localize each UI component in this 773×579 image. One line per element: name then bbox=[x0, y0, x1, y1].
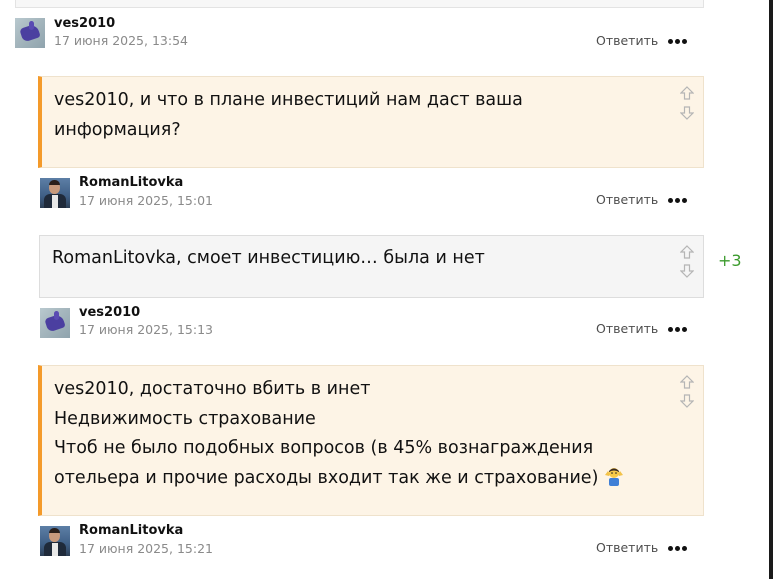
ellipsis-dot bbox=[675, 327, 680, 332]
vote-down-button[interactable] bbox=[680, 264, 694, 278]
ellipsis-icon bbox=[668, 546, 673, 551]
more-options-button[interactable] bbox=[668, 196, 690, 206]
arrow-down-outline-icon bbox=[680, 106, 694, 120]
avatar[interactable] bbox=[15, 18, 45, 48]
previous-comment-bubble bbox=[15, 0, 704, 8]
comment-text-line: отельера и прочие расходы входит так же … bbox=[54, 464, 653, 494]
author-name[interactable]: ves2010 bbox=[54, 16, 115, 31]
reply-button[interactable]: Ответить bbox=[596, 540, 658, 555]
arrow-down-outline-icon bbox=[680, 264, 694, 278]
comment-timestamp: 17 июня 2025, 15:13 bbox=[79, 322, 213, 337]
hand-thumb bbox=[54, 311, 59, 320]
avatar-hair bbox=[49, 180, 60, 185]
more-options-button[interactable] bbox=[668, 37, 690, 47]
comment-text-fragment: отельера и прочие расходы входит так же … bbox=[54, 467, 599, 488]
ellipsis-dot bbox=[682, 39, 687, 44]
ellipsis-dot bbox=[682, 327, 687, 332]
author-name[interactable]: RomanLitovka bbox=[79, 175, 183, 190]
avatar[interactable] bbox=[40, 308, 70, 338]
comment-timestamp: 17 июня 2025, 13:54 bbox=[54, 33, 188, 48]
ellipsis-icon bbox=[668, 327, 673, 332]
vote-up-button[interactable] bbox=[680, 86, 694, 100]
arrow-up-outline-icon bbox=[680, 245, 694, 259]
ellipsis-dot bbox=[675, 198, 680, 203]
more-options-button[interactable] bbox=[668, 325, 690, 335]
vote-up-button[interactable] bbox=[680, 375, 694, 389]
arrow-down-outline-icon bbox=[680, 394, 694, 408]
window-edge bbox=[769, 0, 773, 579]
ellipsis-dot bbox=[675, 546, 680, 551]
ellipsis-dot bbox=[682, 198, 687, 203]
avatar-hair bbox=[49, 528, 60, 533]
reply-button[interactable]: Ответить bbox=[596, 192, 658, 207]
comment-text-line: RomanLitovka, смоет инвестицию… была и н… bbox=[52, 248, 485, 268]
comment-body: ves2010, и что в плане инвестиций нам да… bbox=[38, 76, 704, 168]
hand-thumb bbox=[29, 21, 34, 30]
comment-text-line: ves2010, и что в плане инвестиций нам да… bbox=[54, 90, 523, 110]
author-name[interactable]: ves2010 bbox=[79, 305, 140, 320]
author-name[interactable]: RomanLitovka bbox=[79, 523, 183, 538]
ellipsis-dot bbox=[675, 39, 680, 44]
person-shrugging-emoji bbox=[604, 466, 623, 486]
comment-text-line: ves2010, достаточно вбить в инет bbox=[54, 379, 371, 399]
comment-text-line: информация? bbox=[54, 119, 181, 140]
ellipsis-dot bbox=[682, 546, 687, 551]
more-options-button[interactable] bbox=[668, 544, 690, 554]
avatar-shirt bbox=[52, 543, 58, 556]
comment-timestamp: 17 июня 2025, 15:21 bbox=[79, 541, 213, 556]
reply-button[interactable]: Ответить bbox=[596, 321, 658, 336]
vote-down-button[interactable] bbox=[680, 394, 694, 408]
arrow-up-outline-icon bbox=[680, 375, 694, 389]
comment-body: ves2010, достаточно вбить в инет Недвижи… bbox=[38, 365, 704, 516]
comment-text-line: Недвижимость страхование bbox=[54, 408, 316, 429]
ellipsis-icon bbox=[668, 39, 673, 44]
avatar[interactable] bbox=[40, 178, 70, 208]
vote-down-button[interactable] bbox=[680, 106, 694, 120]
avatar[interactable] bbox=[40, 526, 70, 556]
ellipsis-icon bbox=[668, 198, 673, 203]
comment-body: RomanLitovka, смоет инвестицию… была и н… bbox=[39, 235, 704, 298]
vote-up-button[interactable] bbox=[680, 245, 694, 259]
avatar-shirt bbox=[52, 195, 58, 208]
reply-button[interactable]: Ответить bbox=[596, 33, 658, 48]
arrow-up-outline-icon bbox=[680, 86, 694, 100]
comment-text-line: Чтоб не было подобных вопросов (в 45% во… bbox=[54, 438, 594, 458]
comment-score: +3 bbox=[718, 251, 742, 270]
comment-timestamp: 17 июня 2025, 15:01 bbox=[79, 193, 213, 208]
